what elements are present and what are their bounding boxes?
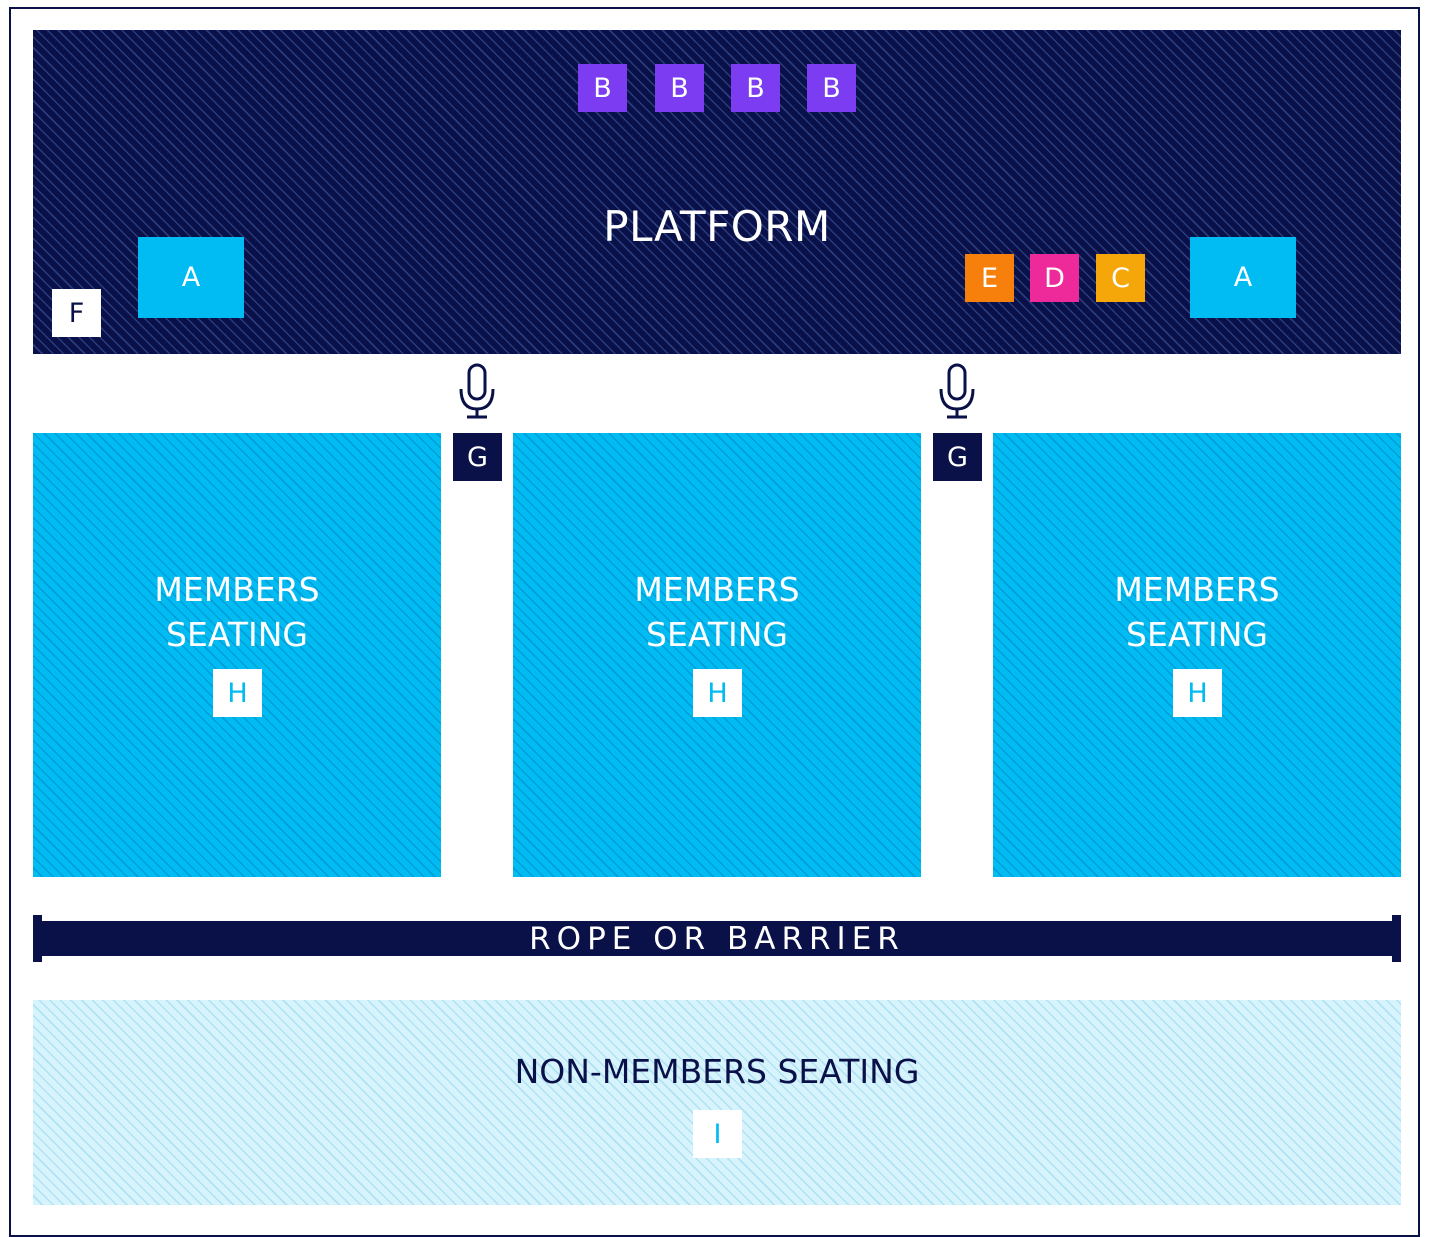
tag-b-4: B xyxy=(807,64,856,112)
tag-a-right: A xyxy=(1190,237,1296,318)
microphone-icon xyxy=(459,363,495,419)
members-seating-title: MEMBERS SEATING xyxy=(154,570,320,654)
members-seating-title: MEMBERS SEATING xyxy=(1114,570,1280,654)
non-members-seating-area: NON-MEMBERS SEATING xyxy=(33,1000,1401,1205)
tag-b-3: B xyxy=(731,64,780,112)
tag-b-1: B xyxy=(578,64,627,112)
tag-b-2: B xyxy=(655,64,704,112)
members-seating-block-right: MEMBERS SEATING H xyxy=(993,433,1401,877)
tag-h: H xyxy=(1173,669,1222,717)
tag-c: C xyxy=(1096,254,1145,302)
tag-a-left: A xyxy=(138,237,244,318)
tag-d: D xyxy=(1030,254,1079,302)
tag-g-left: G xyxy=(453,433,502,481)
tag-f: F xyxy=(52,289,101,337)
members-seating-block-left: MEMBERS SEATING H xyxy=(33,433,441,877)
tag-g-right: G xyxy=(933,433,982,481)
rope-barrier: ROPE OR BARRIER xyxy=(33,920,1401,957)
tag-e: E xyxy=(965,254,1014,302)
microphone-icon xyxy=(939,363,975,419)
members-seating-title: MEMBERS SEATING xyxy=(634,570,800,654)
members-seating-block-center: MEMBERS SEATING H xyxy=(513,433,921,877)
tag-h: H xyxy=(213,669,262,717)
tag-i: I xyxy=(693,1110,742,1158)
non-members-seating-title: NON-MEMBERS SEATING xyxy=(514,1052,920,1091)
barrier-label: ROPE OR BARRIER xyxy=(529,920,905,957)
tag-h: H xyxy=(693,669,742,717)
